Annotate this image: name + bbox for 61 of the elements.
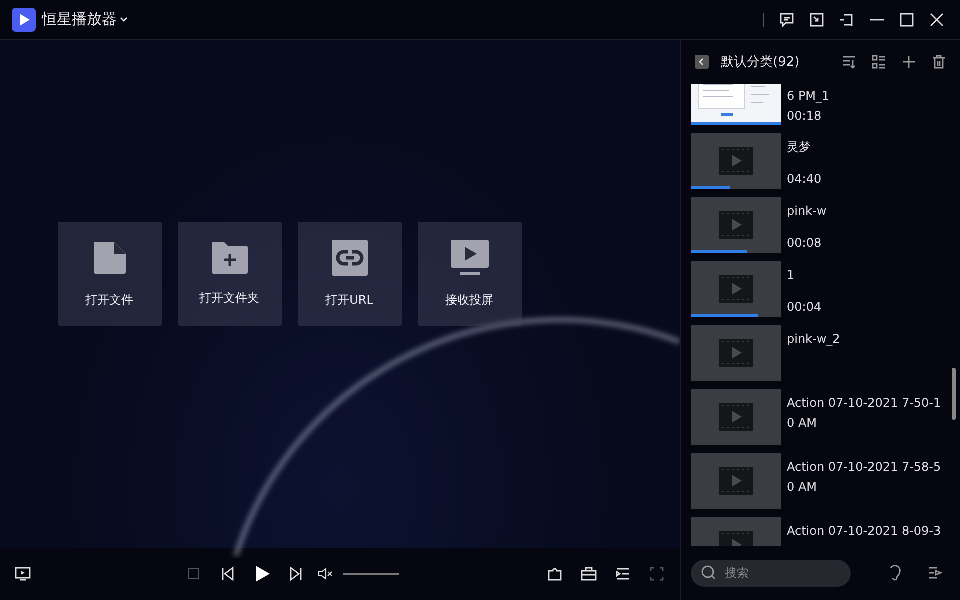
screen-play-icon bbox=[15, 566, 31, 582]
video-title: Action 07-10-2021 8-09-3 bbox=[787, 523, 942, 540]
shrink-window-icon bbox=[809, 12, 825, 28]
action-button[interactable]: 打开文件 bbox=[58, 222, 162, 326]
action-button[interactable]: 打开文件夹 bbox=[178, 222, 282, 326]
scrollbar-thumb[interactable] bbox=[952, 368, 956, 420]
search-box[interactable]: 搜索 bbox=[691, 560, 851, 586]
chevron-down-icon bbox=[119, 14, 129, 24]
action-button[interactable]: 接收投屏 bbox=[418, 222, 522, 326]
back-button[interactable] bbox=[695, 55, 709, 69]
file-icon bbox=[92, 240, 128, 276]
play-list-icon bbox=[927, 565, 943, 581]
stop-icon bbox=[186, 566, 202, 582]
search-icon bbox=[701, 565, 717, 581]
folder-add-icon bbox=[212, 242, 248, 274]
plus-icon bbox=[901, 54, 917, 70]
chevron-left-icon bbox=[698, 58, 706, 66]
next-icon bbox=[288, 566, 304, 582]
app-logo-icon bbox=[12, 8, 36, 32]
playlist-item[interactable]: 6 PM_1 00:18 bbox=[691, 84, 960, 125]
close-icon bbox=[929, 12, 945, 28]
briefcase-icon bbox=[581, 566, 597, 582]
minimize-icon bbox=[870, 18, 884, 20]
link-icon bbox=[332, 240, 368, 276]
trash-icon bbox=[931, 54, 947, 70]
list-indent-icon bbox=[615, 566, 631, 582]
video-duration: 00:08 bbox=[787, 235, 823, 252]
video-title: pink-w_2 bbox=[787, 331, 842, 348]
action-button[interactable]: 打开URL bbox=[298, 222, 402, 326]
video-icon bbox=[719, 467, 753, 495]
video-icon bbox=[719, 339, 753, 367]
video-duration: 00:18 bbox=[787, 108, 823, 125]
video-title: Action 07-10-2021 7-50-10 AM bbox=[787, 395, 942, 432]
puzzle-icon bbox=[547, 566, 563, 582]
message-icon bbox=[779, 12, 795, 28]
video-title: 灵梦 bbox=[787, 139, 812, 156]
playlist-item[interactable]: pink-w_2 bbox=[691, 325, 960, 381]
video-icon bbox=[719, 403, 753, 431]
search-field[interactable]: 搜索 bbox=[723, 565, 827, 581]
video-icon bbox=[719, 211, 753, 239]
video-duration: 04:40 bbox=[787, 171, 823, 188]
playlist-item[interactable]: Action 07-10-2021 7-50-10 AM bbox=[691, 389, 960, 445]
video-title: pink-w bbox=[787, 203, 828, 220]
pin-icon bbox=[839, 12, 855, 28]
list-icon bbox=[871, 54, 887, 70]
playlist-item[interactable]: Action 07-10-2021 7-58-50 AM bbox=[691, 453, 960, 509]
video-icon bbox=[719, 275, 753, 303]
fullscreen-icon bbox=[649, 566, 665, 582]
playlist-title: 默认分类(92) bbox=[721, 54, 801, 71]
playlist-item[interactable]: pink-w 00:08 bbox=[691, 197, 960, 253]
app-title: 恒星播放器 bbox=[42, 10, 117, 29]
video-icon bbox=[719, 147, 753, 175]
screen-play-icon bbox=[450, 240, 490, 276]
video-duration: 00:04 bbox=[787, 299, 823, 316]
sort-icon bbox=[841, 54, 857, 70]
video-title: 1 bbox=[787, 267, 796, 284]
muted-speaker-icon bbox=[318, 566, 334, 582]
video-title: 6 PM_1 bbox=[787, 88, 831, 105]
video-title: Action 07-10-2021 7-58-50 AM bbox=[787, 459, 942, 496]
maximize-icon bbox=[899, 12, 915, 28]
previous-icon bbox=[220, 566, 236, 582]
